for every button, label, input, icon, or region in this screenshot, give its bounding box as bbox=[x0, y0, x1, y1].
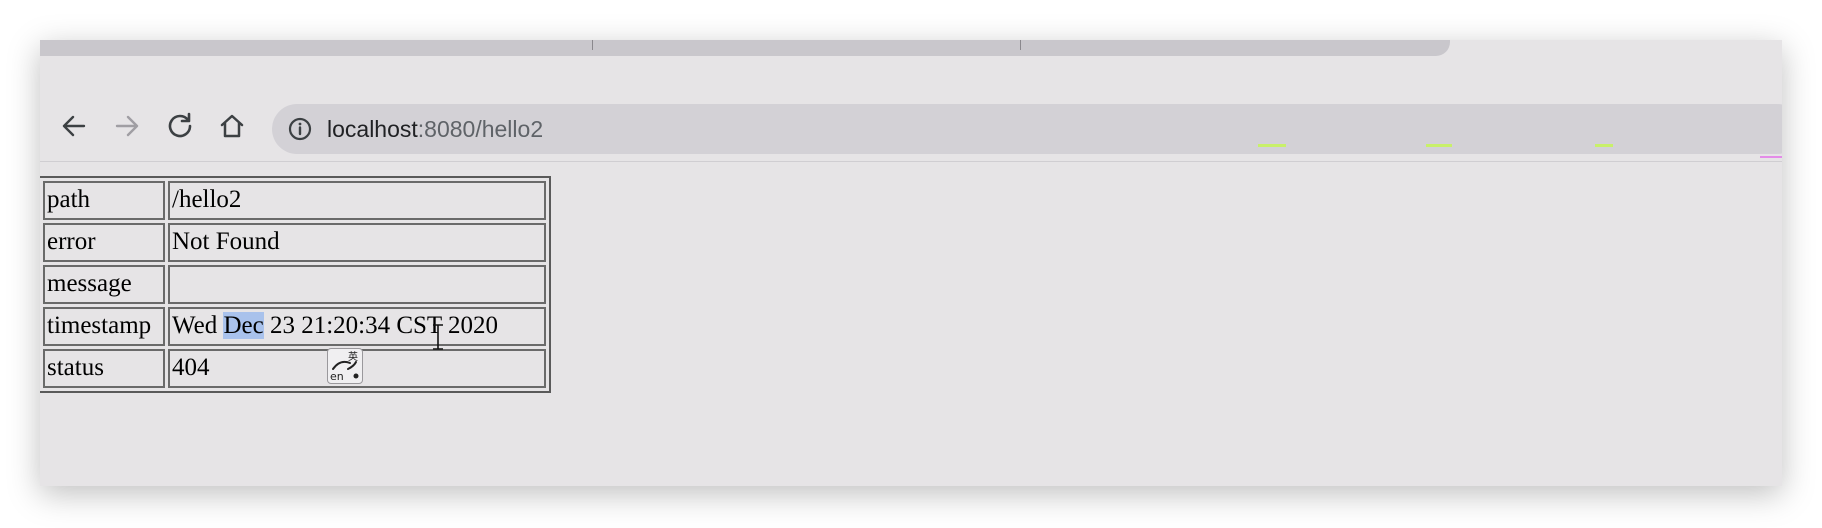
row-key: timestamp bbox=[43, 307, 165, 346]
error-table: path /hello2 error Not Found message tim… bbox=[40, 176, 551, 393]
url-text[interactable]: localhost:8080/hello2 bbox=[327, 116, 543, 143]
render-artifact bbox=[1258, 144, 1286, 147]
forward-arrow-icon bbox=[115, 115, 139, 137]
browser-window: localhost:8080/hello2 path /hello2 error… bbox=[40, 40, 1782, 486]
info-icon[interactable] bbox=[288, 117, 312, 141]
reload-icon bbox=[168, 112, 192, 138]
render-artifact bbox=[1595, 144, 1613, 147]
tab-strip bbox=[40, 40, 1450, 56]
ime-indicator: 英 en bbox=[327, 348, 363, 384]
ime-input-method-icon: 英 en bbox=[330, 350, 359, 383]
home-icon bbox=[220, 114, 244, 138]
row-key: status bbox=[43, 349, 165, 388]
row-value: Wed Dec 23 21:20:34 CST 2020 bbox=[168, 307, 546, 346]
url-host: localhost bbox=[327, 116, 418, 142]
table-row: status 404 bbox=[43, 349, 546, 388]
timestamp-suffix: 23 21:20:34 CST 2020 bbox=[263, 312, 498, 339]
ime-lang: en bbox=[330, 370, 344, 383]
row-key: path bbox=[43, 181, 165, 220]
back-button[interactable] bbox=[54, 106, 94, 146]
table-row: path /hello2 bbox=[43, 181, 546, 220]
url-path: :8080/hello2 bbox=[417, 116, 544, 142]
toolbar-edge-marker bbox=[1760, 156, 1782, 158]
row-key: message bbox=[43, 265, 165, 304]
address-bar[interactable]: localhost:8080/hello2 bbox=[272, 104, 1782, 154]
row-value: Not Found bbox=[168, 223, 546, 262]
row-key: error bbox=[43, 223, 165, 262]
forward-button[interactable] bbox=[107, 106, 147, 146]
tab-divider bbox=[1020, 40, 1021, 50]
table-row: timestamp Wed Dec 23 21:20:34 CST 2020 bbox=[43, 307, 546, 346]
row-value: /hello2 bbox=[168, 181, 546, 220]
home-button[interactable] bbox=[212, 106, 252, 146]
tab-divider bbox=[592, 40, 593, 50]
table-row: error Not Found bbox=[43, 223, 546, 262]
ime-glyph: 英 bbox=[348, 350, 358, 363]
selected-text[interactable]: Dec bbox=[223, 312, 264, 339]
back-arrow-icon bbox=[62, 115, 86, 137]
page-content: path /hello2 error Not Found message tim… bbox=[40, 162, 1782, 486]
text-cursor-icon bbox=[433, 324, 443, 350]
row-value bbox=[168, 265, 546, 304]
browser-toolbar: localhost:8080/hello2 bbox=[40, 56, 1782, 162]
reload-button[interactable] bbox=[160, 106, 200, 146]
table-row: message bbox=[43, 265, 546, 304]
render-artifact bbox=[1426, 144, 1452, 147]
timestamp-prefix: Wed bbox=[172, 312, 224, 339]
